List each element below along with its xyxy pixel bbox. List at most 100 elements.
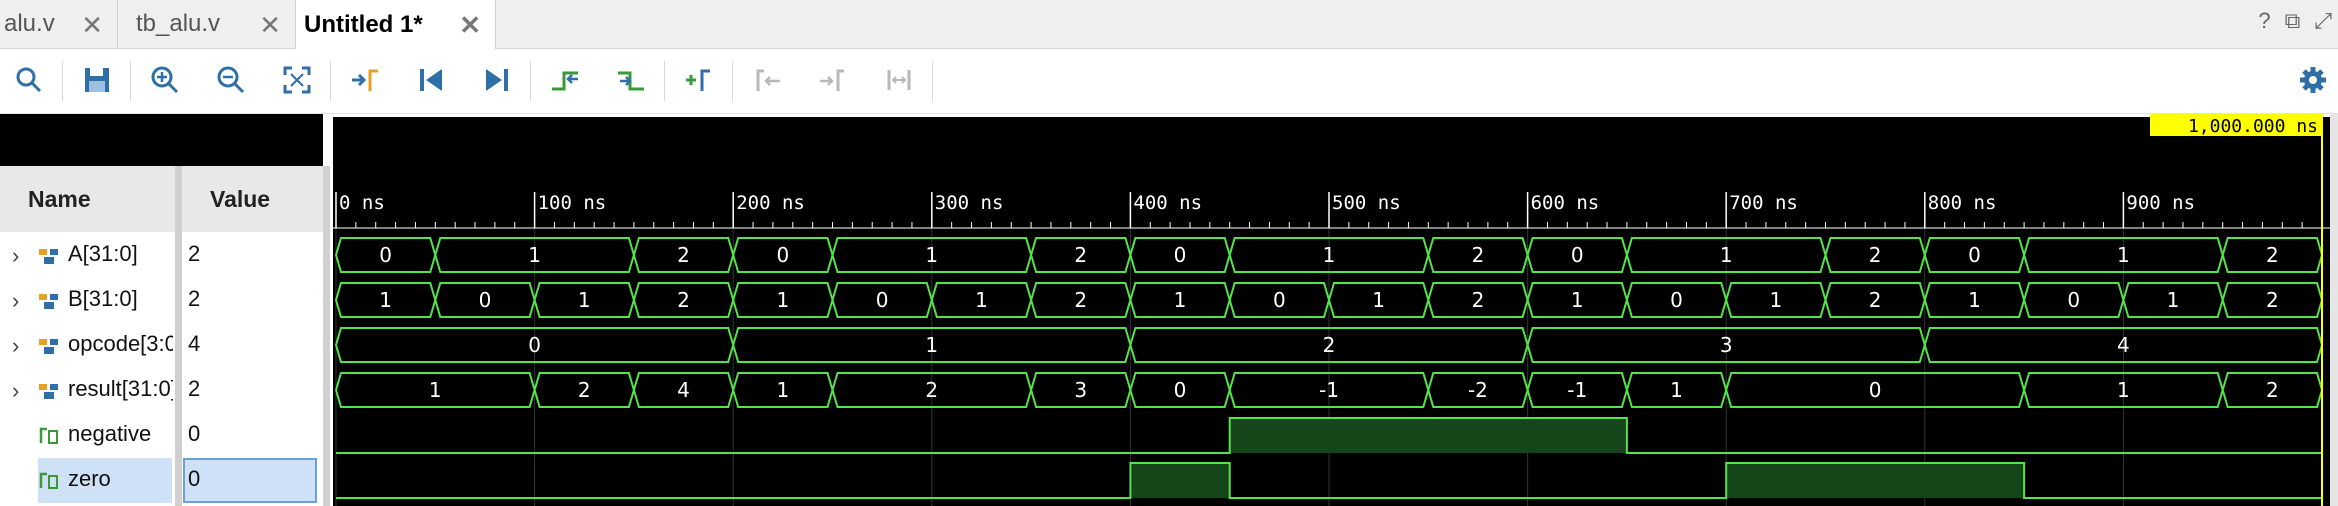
bus-value-label: 2	[1472, 243, 1485, 267]
bus-value-label: 1	[2117, 243, 2130, 267]
swap-cursors-icon[interactable]	[882, 63, 916, 97]
go-to-cursor-icon[interactable]	[348, 63, 382, 97]
bus-value-label: 2	[2266, 288, 2279, 312]
high-level-fill	[1130, 463, 1230, 498]
bus-icon	[39, 294, 58, 309]
signal-name: B[31:0]	[68, 286, 138, 311]
save-icon[interactable]	[80, 63, 114, 97]
tab-bar: alu.v ✕ tb_alu.v ✕ Untitled 1* ✕ ? ⧉ ⤢	[0, 0, 2338, 49]
bus-value-label: 0	[1968, 243, 1981, 267]
close-icon[interactable]: ✕	[459, 10, 481, 41]
ruler-top-border	[330, 114, 2330, 117]
ruler-left-border	[330, 114, 333, 506]
go-to-time-zero-icon[interactable]	[414, 63, 448, 97]
help-icon[interactable]: ?	[2258, 8, 2270, 34]
bus-value-label: 2	[1074, 288, 1087, 312]
tab-untitled-1[interactable]: Untitled 1* ✕	[296, 0, 496, 49]
bit-icon	[39, 472, 58, 489]
bus-value-label: 4	[2117, 333, 2130, 357]
bus-value-label: 1	[975, 288, 988, 312]
value-column-header[interactable]: Value	[182, 166, 323, 232]
expand-chevron-icon[interactable]: ›	[12, 378, 19, 404]
tick-label: 700 ns	[1729, 192, 1798, 214]
zoom-out-icon[interactable]	[214, 63, 248, 97]
maximize-icon[interactable]: ⤢	[2314, 8, 2332, 34]
bus-icon	[39, 339, 58, 354]
cursor-time-label: 1,000.000 ns	[2188, 116, 2318, 137]
selection-highlight	[183, 458, 317, 503]
tick-label: 500 ns	[1332, 192, 1401, 214]
bus-value-label: 0	[528, 333, 541, 357]
signal-value: 4	[188, 331, 201, 356]
expand-chevron-icon[interactable]: ›	[12, 288, 19, 314]
bus-value-label: 1	[1769, 288, 1782, 312]
bus-value-label: -1	[1567, 378, 1587, 402]
bus-value-label: 0	[776, 243, 789, 267]
bus-value-label: 0	[2067, 288, 2080, 312]
restore-icon[interactable]: ⧉	[2285, 8, 2301, 34]
signal-row-a[interactable]: › A[31:0] 2	[0, 233, 323, 278]
tab-alu-v[interactable]: alu.v ✕	[0, 0, 118, 48]
bus-value-label: 0	[1174, 243, 1187, 267]
waveform-canvas[interactable]: 0 ns 100 ns 200 ns 300 ns 400 ns 500 ns 600 ns…	[330, 114, 2330, 506]
bus-value-label: 0	[1273, 288, 1286, 312]
zoom-fit-icon[interactable]	[280, 63, 314, 97]
add-marker-icon[interactable]	[682, 63, 716, 97]
name-column-header[interactable]: Name	[0, 166, 175, 232]
tab-label: alu.v	[4, 10, 55, 37]
signal-value: 0	[188, 421, 201, 446]
next-transition-icon[interactable]	[614, 63, 648, 97]
previous-marker-icon[interactable]	[750, 63, 784, 97]
signal-value: 2	[188, 241, 201, 266]
bus-value-label: 1	[1670, 378, 1683, 402]
signal-value[interactable]: 0	[188, 466, 200, 492]
signal-row-negative[interactable]: negative 0	[0, 413, 323, 458]
bus-value-label: 1	[429, 378, 442, 402]
next-marker-icon[interactable]	[816, 63, 850, 97]
signal-row-b[interactable]: › B[31:0] 2	[0, 278, 323, 323]
signal-name: opcode[3:0]	[68, 331, 173, 356]
signal-row-zero[interactable]: zero 0	[0, 458, 323, 503]
bus-value-label: 1	[1720, 243, 1733, 267]
tab-label: tb_alu.v	[136, 10, 221, 37]
close-icon[interactable]: ✕	[259, 10, 281, 41]
bus-value-label: 1	[925, 333, 938, 357]
bus-icon	[39, 384, 58, 399]
signal-value: 2	[188, 286, 201, 311]
signal-name: zero	[68, 466, 111, 491]
bus-value-label: 0	[379, 243, 392, 267]
pane-splitter[interactable]	[323, 166, 330, 506]
bus-value-label: 0	[1670, 288, 1683, 312]
bus-value-label: 2	[2266, 243, 2279, 267]
high-level-fill	[1229, 418, 1627, 453]
close-icon[interactable]: ✕	[81, 10, 103, 41]
signal-row-result[interactable]: › result[31:0] 2	[0, 368, 323, 413]
bus-value-label: 1	[2117, 378, 2130, 402]
bus-value-label: 2	[677, 243, 690, 267]
zoom-in-icon[interactable]	[148, 63, 182, 97]
go-to-last-time-icon[interactable]	[480, 63, 514, 97]
bus-value-label: 2	[1869, 288, 1882, 312]
tick-label: 100 ns	[538, 192, 607, 214]
bus-value-label: 0	[479, 288, 492, 312]
bus-value-label: 4	[677, 378, 690, 402]
tick-label: 600 ns	[1531, 192, 1600, 214]
tab-tb-alu-v[interactable]: tb_alu.v ✕	[118, 0, 296, 48]
vertical-scrollbar[interactable]	[2330, 114, 2338, 506]
previous-transition-icon[interactable]	[548, 63, 582, 97]
gear-icon[interactable]	[2296, 63, 2330, 97]
tick-label: 200 ns	[736, 192, 805, 214]
bus-icon	[39, 249, 58, 264]
bus-value-label: 0	[1571, 243, 1584, 267]
tick-label: 800 ns	[1928, 192, 1997, 214]
bus-value-label: 1	[776, 378, 789, 402]
expand-chevron-icon[interactable]: ›	[12, 243, 19, 269]
search-icon[interactable]	[12, 63, 46, 97]
bus-value-label: 2	[677, 288, 690, 312]
bus-value-label: 1	[528, 243, 541, 267]
expand-chevron-icon[interactable]: ›	[12, 333, 19, 359]
tick-label: 300 ns	[935, 192, 1004, 214]
signal-list-pane: Name Value › A[31:0] 2 › B[31:0] 2 › opcode[3:0…	[0, 114, 330, 506]
signal-row-opcode[interactable]: › opcode[3:0] 4	[0, 323, 323, 368]
bus-value-label: 1	[1968, 288, 1981, 312]
